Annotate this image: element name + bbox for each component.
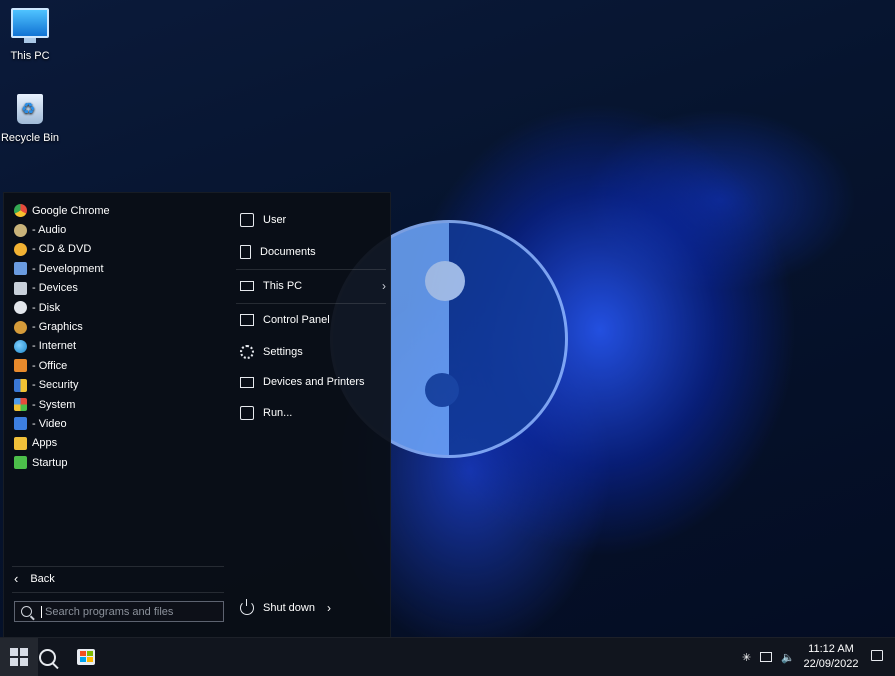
chevron-right-icon: › [382,279,386,293]
apps-icon [14,436,27,450]
volume-icon: 🔈 [781,651,795,664]
video-icon [14,417,27,431]
place-devices-and-printers[interactable]: Devices and Printers [240,376,386,388]
desktop-icon-recycle-bin[interactable]: Recycle Bin [0,94,65,144]
chevron-left-icon: ‹ [14,571,19,586]
run-icon [240,406,254,420]
program-system[interactable]: - System [4,395,226,414]
programs-list: Google Chrome - Audio - CD & DVD - Devel… [4,193,226,472]
program-cd-dvd[interactable]: - CD & DVD [4,240,226,259]
control-panel-icon [240,314,254,326]
programs-pane: Google Chrome - Audio - CD & DVD - Devel… [4,193,226,637]
tray-volume[interactable]: 🔈 [781,638,795,676]
document-icon [240,245,251,259]
desktop-icon-this-pc[interactable]: This PC [0,8,65,62]
internet-icon [14,339,27,353]
shut-down-button[interactable]: Shut down › [240,599,331,615]
clock-date: 22/09/2022 [803,658,859,670]
divider [236,303,386,304]
program-apps[interactable]: Apps [4,434,226,453]
this-pc-icon [240,281,254,291]
taskbar-store-button[interactable] [67,638,105,676]
program-internet[interactable]: - Internet [4,337,226,356]
divider [236,269,386,270]
search-box[interactable] [14,601,224,622]
place-run[interactable]: Run... [240,406,386,420]
clock[interactable]: 11:12 AM 22/09/2022 [796,642,866,672]
office-icon [14,359,27,373]
tray-brightness[interactable]: ✳ [742,638,751,676]
program-graphics[interactable]: - Graphics [4,317,226,336]
monitor-icon [11,8,49,43]
store-icon [77,649,95,665]
back-button[interactable]: ‹ Back [14,571,55,586]
program-google-chrome[interactable]: Google Chrome [4,201,226,220]
gear-icon [240,345,254,359]
program-startup[interactable]: Startup [4,453,226,472]
graphics-icon [14,320,27,334]
tray-network[interactable] [760,638,772,676]
taskbar: ✳ 🔈 11:12 AM 22/09/2022 [0,637,895,676]
search-icon [21,606,32,617]
taskbar-search-button[interactable] [28,638,66,676]
place-this-pc[interactable]: This PC › [240,279,386,293]
program-security[interactable]: - Security [4,376,226,395]
user-icon [240,213,254,227]
power-icon [240,599,254,615]
development-icon [14,262,27,276]
search-input[interactable] [42,604,217,619]
clock-time: 11:12 AM [808,643,854,655]
place-control-panel[interactable]: Control Panel [240,314,386,326]
program-devices[interactable]: - Devices [4,279,226,298]
program-office[interactable]: - Office [4,356,226,375]
program-video[interactable]: - Video [4,414,226,433]
place-documents[interactable]: Documents [240,245,386,259]
startup-icon [14,456,27,470]
cd-dvd-icon [14,242,27,256]
recycle-bin-icon [17,94,43,124]
notification-icon[interactable] [871,650,883,661]
audio-icon [14,223,27,237]
devices-printers-icon [240,376,254,388]
program-audio[interactable]: - Audio [4,220,226,239]
disk-icon [14,301,27,315]
security-icon [14,378,27,392]
windows-logo-icon [10,648,28,666]
start-menu: Google Chrome - Audio - CD & DVD - Devel… [3,192,391,638]
search-icon [38,648,56,666]
places-pane: User Documents This PC › Control Panel Se… [232,193,390,637]
devices-icon [14,281,27,295]
network-icon [760,652,772,662]
divider [12,566,224,567]
place-settings[interactable]: Settings [240,345,386,359]
program-disk[interactable]: - Disk [4,298,226,317]
desktop-icon-label: This PC [10,50,50,62]
system-icon [14,398,27,412]
divider [12,592,224,593]
chevron-right-icon: › [326,601,331,615]
desktop-icon-label: Recycle Bin [0,132,60,144]
chrome-icon [14,204,27,218]
place-user[interactable]: User [240,213,386,227]
brightness-icon: ✳ [742,651,752,664]
program-development[interactable]: - Development [4,259,226,278]
